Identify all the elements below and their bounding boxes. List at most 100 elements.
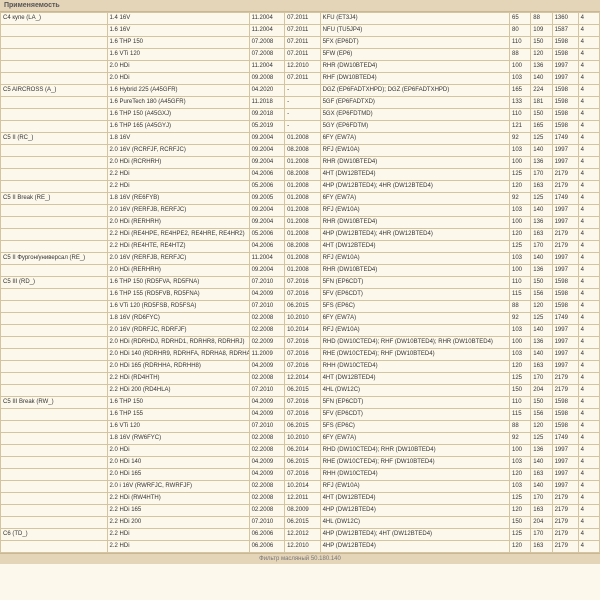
- cell-n2: 140: [531, 325, 552, 337]
- cell-date2: 07.2016: [285, 337, 321, 349]
- cell-engine: 2.2 HDi (RE4HPE, RE4HPE2, RE4HRE, RE4HR2…: [107, 229, 249, 241]
- table-row[interactable]: C5 II (RC_)1.8 16V09.200401.20086FY (EW7…: [1, 133, 600, 145]
- table-row[interactable]: 2.0 HDi 16504.200907.2016RHH (DW10CTED4)…: [1, 469, 600, 481]
- table-row[interactable]: 1.6 THP 155 (RD5FVB, RD5FNA)04.200907.20…: [1, 289, 600, 301]
- table-row[interactable]: 2.0 HDi (RDRHDJ, RDRHD1, RDRHR8, RDRHRJ)…: [1, 337, 600, 349]
- table-row[interactable]: 2.0 16V (RDRFJC, RDRFJF)02.200810.2014RF…: [1, 325, 600, 337]
- table-row[interactable]: 2.2 HDi (RW4HTH)02.200812.20114HT (DW12B…: [1, 493, 600, 505]
- cell-model: C6 (TD_): [1, 529, 108, 541]
- table-row[interactable]: 1.6 THP 15007.200807.20115FX (EP6DT)1101…: [1, 37, 600, 49]
- table-row[interactable]: 2.0 HDi 14004.200906.2015RHE (DW10CTED4)…: [1, 457, 600, 469]
- table-row[interactable]: 1.6 PureTech 180 (A45GFR)11.2018-5GF (EP…: [1, 97, 600, 109]
- cell-date2: 07.2016: [285, 409, 321, 421]
- table-row[interactable]: 2.0 HDi11.200412.2010RHR (DW10BTED4)1001…: [1, 61, 600, 73]
- cell-date2: 07.2016: [285, 361, 321, 373]
- cell-n2: 150: [531, 109, 552, 121]
- cell-date1: 02.2008: [249, 505, 285, 517]
- cell-n2: 136: [531, 157, 552, 169]
- table-row[interactable]: 2.0 HDi02.200806.2014RHD (DW10CTED4); RH…: [1, 445, 600, 457]
- cell-n2: 120: [531, 49, 552, 61]
- table-row[interactable]: 2.0 HDi09.200807.2011RHF (DW10BTED4)1031…: [1, 73, 600, 85]
- cell-model: [1, 457, 108, 469]
- table-row[interactable]: C5 II Break (RE_)1.8 16V (RE6FYB)09.2005…: [1, 193, 600, 205]
- table-row[interactable]: 2.2 HDi (RE4HPE, RE4HPE2, RE4HRE, RE4HR2…: [1, 229, 600, 241]
- cell-n1: 65: [509, 13, 530, 25]
- cell-code: 4HT (DW12BTED4): [320, 169, 509, 181]
- table-row[interactable]: 2.0 HDi (RERHRH)09.200401.2008RHR (DW10B…: [1, 265, 600, 277]
- cell-date1: 09.2004: [249, 205, 285, 217]
- cell-date2: 12.2014: [285, 373, 321, 385]
- cell-date2: 08.2008: [285, 241, 321, 253]
- cell-n1: 125: [509, 241, 530, 253]
- cell-n3: 1598: [552, 277, 578, 289]
- table-row[interactable]: 2.2 HDi06.200612.20104HP (DW12BTED4)1201…: [1, 541, 600, 553]
- cell-date1: 06.2006: [249, 541, 285, 553]
- cell-model: [1, 121, 108, 133]
- table-row[interactable]: 2.2 HDi (RE4HTE, RE4HTZ)04.200608.20084H…: [1, 241, 600, 253]
- cell-date1: 05.2019: [249, 121, 285, 133]
- table-row[interactable]: 2.0 HDi (RCRHRH)09.200401.2008RHR (DW10B…: [1, 157, 600, 169]
- cell-engine: 1.8 16V (RD6FYC): [107, 313, 249, 325]
- table-row[interactable]: C5 AIRCROSS (A_)1.6 Hybrid 225 (A45GFR)0…: [1, 85, 600, 97]
- table-row[interactable]: 1.6 16V11.200407.2011NFU (TU5JP4)8010915…: [1, 25, 600, 37]
- cell-date1: 05.2006: [249, 229, 285, 241]
- table-row[interactable]: 1.6 THP 150 (A45GXJ)09.2018-5GX (EP6FDTM…: [1, 109, 600, 121]
- cell-n4: 4: [578, 433, 599, 445]
- cell-date1: 07.2010: [249, 517, 285, 529]
- table-row[interactable]: C6 (TD_)2.2 HDi06.200612.20124HP (DW12BT…: [1, 529, 600, 541]
- cell-date1: 11.2004: [249, 13, 285, 25]
- cell-n2: 204: [531, 385, 552, 397]
- table-row[interactable]: 2.2 HDi 16502.200808.20094HP (DW12BTED4)…: [1, 505, 600, 517]
- cell-engine: 2.2 HDi 200: [107, 517, 249, 529]
- cell-model: [1, 37, 108, 49]
- table-row[interactable]: 2.0 16V (RERFJB, RERFJC)09.200401.2008RF…: [1, 205, 600, 217]
- cell-date1: 09.2004: [249, 145, 285, 157]
- table-row[interactable]: 1.8 16V (RW6FYC)02.200810.20106FY (EW7A)…: [1, 433, 600, 445]
- cell-n4: 4: [578, 445, 599, 457]
- cell-model: [1, 73, 108, 85]
- table-row[interactable]: C4 купе (LA_)1.4 16V11.200407.2011KFU (E…: [1, 13, 600, 25]
- cell-n3: 1997: [552, 217, 578, 229]
- cell-n2: 136: [531, 337, 552, 349]
- cell-n4: 4: [578, 457, 599, 469]
- cell-code: RHF (DW10BTED4): [320, 73, 509, 85]
- cell-n1: 80: [509, 25, 530, 37]
- table-row[interactable]: 1.8 16V (RD6FYC)02.200810.20106FY (EW7A)…: [1, 313, 600, 325]
- cell-code: RHR (DW10BTED4): [320, 217, 509, 229]
- table-row[interactable]: 1.6 VTi 12007.201006.20155FS (EP6C)88120…: [1, 421, 600, 433]
- cell-n4: 4: [578, 133, 599, 145]
- cell-n2: 140: [531, 73, 552, 85]
- table-row[interactable]: 1.6 THP 15504.200907.20165FV (EP6CDT)115…: [1, 409, 600, 421]
- table-row[interactable]: 1.6 VTi 120 (RD5FSB, RD5FSA)07.201006.20…: [1, 301, 600, 313]
- table-row[interactable]: 2.2 HDi 200 (RD4HLA)07.201006.20154HL (D…: [1, 385, 600, 397]
- table-row[interactable]: 1.6 VTi 12007.200807.20115FW (EP6)881201…: [1, 49, 600, 61]
- cell-code: KFU (ET3J4): [320, 13, 509, 25]
- table-row[interactable]: 2.0 HDi (RERHRH)09.200401.2008RHR (DW10B…: [1, 217, 600, 229]
- table-row[interactable]: 2.2 HDi05.200601.20084HP (DW12BTED4); 4H…: [1, 181, 600, 193]
- cell-n3: 1598: [552, 85, 578, 97]
- cell-code: 4HL (DW12C): [320, 385, 509, 397]
- cell-n2: 163: [531, 361, 552, 373]
- table-row[interactable]: 2.0 i 16V (RWRFJC, RWRFJF)02.200810.2014…: [1, 481, 600, 493]
- table-row[interactable]: 2.0 16V (RCRFJF, RCRFJC)09.200408.2008RF…: [1, 145, 600, 157]
- table-row[interactable]: 2.0 HDi 165 (RDRHHA, RDRHH8)04.200907.20…: [1, 361, 600, 373]
- table-row[interactable]: C5 II Фургон/универсал (RE_)2.0 16V (RER…: [1, 253, 600, 265]
- table-row[interactable]: 2.2 HDi04.200608.20084HT (DW12BTED4)1251…: [1, 169, 600, 181]
- cell-model: [1, 217, 108, 229]
- cell-code: 6FY (EW7A): [320, 313, 509, 325]
- cell-model: [1, 373, 108, 385]
- cell-date2: 06.2015: [285, 457, 321, 469]
- table-row[interactable]: C5 III (RD_)1.6 THP 150 (RD5FVA, RD5FNA)…: [1, 277, 600, 289]
- cell-engine: 2.2 HDi (RD4HTH): [107, 373, 249, 385]
- cell-n1: 103: [509, 205, 530, 217]
- table-row[interactable]: 2.0 HDi 140 (RDRHR9, RDRHFA, RDRHA8, RDR…: [1, 349, 600, 361]
- cell-n1: 100: [509, 337, 530, 349]
- table-row[interactable]: C5 III Break (RW_)1.6 THP 15004.200907.2…: [1, 397, 600, 409]
- cell-n3: 1598: [552, 109, 578, 121]
- table-row[interactable]: 2.2 HDi 20007.201006.20154HL (DW12C)1502…: [1, 517, 600, 529]
- cell-date1: 02.2008: [249, 493, 285, 505]
- table-row[interactable]: 1.6 THP 165 (A45GYJ)05.2019-5GY (EP6FDTM…: [1, 121, 600, 133]
- cell-n1: 110: [509, 37, 530, 49]
- table-row[interactable]: 2.2 HDi (RD4HTH)02.200812.20144HT (DW12B…: [1, 373, 600, 385]
- cell-date2: 07.2011: [285, 13, 321, 25]
